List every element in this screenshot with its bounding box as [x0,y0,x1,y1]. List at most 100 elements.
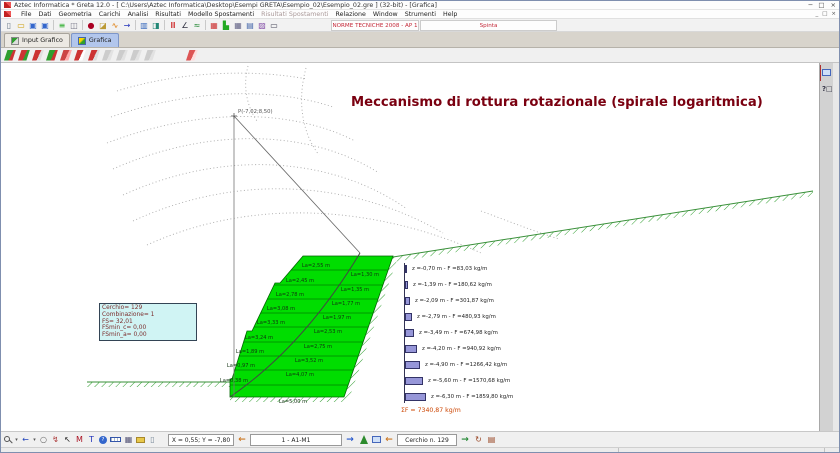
maximize-button[interactable]: □ [818,1,824,9]
menu-file[interactable]: File [21,11,32,18]
force-row: z =-1,39 m - F =180,62 kg/m [405,280,492,290]
main-toolbar: ▯▭▣▣≡◫●◪∿→▥◨Ⅲ∠≈▦▙▦▤▨▭ NORME TECNICHE 200… [1,19,839,32]
norme-tecniche-button[interactable]: NORME TECNICHE 2008 - AP 1 [331,20,419,31]
folder-icon[interactable] [136,437,145,443]
spinta-button[interactable]: Spinta [420,20,557,31]
center-radius-line [234,116,360,253]
new-file-icon[interactable]: ▯ [3,20,15,31]
menu-geometria[interactable]: Geometria [58,11,91,18]
wall-type-4-icon[interactable] [46,50,58,61]
menu-risultati-spostamenti[interactable]: Risultati Spostamenti [261,11,328,18]
wall-type-1-icon[interactable] [4,50,16,61]
zoom-icon[interactable] [4,435,12,444]
run-analysis-icon[interactable]: → [121,20,133,31]
wall-type-3-icon[interactable] [32,50,44,61]
pan-caret-icon[interactable]: ▾ [32,434,37,446]
text-tool-icon[interactable]: T [86,434,97,446]
prev-circle-button[interactable]: ← [383,434,395,446]
menu-modello-spostamenti[interactable]: Modello Spostamenti [188,11,254,18]
menu-help[interactable]: Help [443,11,457,18]
pan-icon[interactable]: ← [20,434,31,446]
mdi-restore-button[interactable]: □ [822,10,827,19]
mdi-minimize-button[interactable]: _ [815,10,818,19]
close-button[interactable]: × [831,1,836,9]
table-icon[interactable]: ▤ [244,20,256,31]
circle-tool-icon[interactable]: ○ [38,434,49,446]
zoom-caret-icon[interactable]: ▾ [14,434,19,446]
stress-diagram-icon[interactable]: Ⅲ [167,20,179,31]
options-icon[interactable]: ◫ [68,20,80,31]
mesh-icon[interactable]: ▦ [208,20,220,31]
wall-type-5-icon[interactable] [60,50,72,61]
section-icon[interactable]: ∠ [179,20,191,31]
geogrid-icon[interactable] [186,50,198,61]
force-total: ΣF = 7340,87 kg/m [401,407,461,414]
help-icon[interactable]: ?□ [822,85,833,93]
chart-icon[interactable]: ▥ [138,20,150,31]
redraw-icon[interactable]: ↻ [473,434,484,446]
wall-label-left: La=3,08 m [267,306,295,312]
wall-label-left: La=3,33 m [257,320,285,326]
mdi-close-button[interactable]: × [831,10,836,19]
open-file-icon[interactable]: ▭ [15,20,27,31]
menu-relazione[interactable]: Relazione [336,11,366,18]
circle-selector[interactable]: Cerchio n. 129 [397,434,457,446]
preview-icon[interactable]: ▭ [268,20,280,31]
wall-label-base: La=5,00 m [279,399,307,405]
wall-type-10-icon[interactable] [130,50,142,61]
menu-risultati[interactable]: Risultati [155,11,181,18]
save-icon[interactable]: ▣ [27,20,39,31]
force-row: z =-2,09 m - F =301,87 kg/m [405,296,494,306]
menu-window[interactable]: Window [373,11,398,18]
next-circle-button[interactable]: → [459,434,471,446]
tree-icon[interactable] [360,435,368,444]
wall-type-9-icon[interactable] [116,50,128,61]
info-combinazione: Combinazione= 1 [102,312,194,319]
drawing-canvas[interactable]: Meccanismo di rottura rotazionale (spira… [1,63,839,431]
materials-icon[interactable]: ● [85,20,97,31]
menu-analisi[interactable]: Analisi [128,11,149,18]
pointer-icon[interactable]: ↖ [62,434,73,446]
wall-type-8-icon[interactable] [102,50,114,61]
report-icon[interactable]: ◨ [150,20,162,31]
prev-combination-button[interactable]: ← [236,434,248,446]
help-sphere-icon[interactable]: ? [99,436,107,444]
wall-type-11-icon[interactable] [144,50,156,61]
menu-carichi[interactable]: Carichi [99,11,121,18]
next-combination-button[interactable]: → [344,434,356,446]
profile-icon[interactable]: ∿ [109,20,121,31]
combination-selector[interactable]: 1 - A1-M1 [250,434,342,446]
side-panel: ?□ [819,63,833,431]
tab-grafica[interactable]: Grafica [71,33,119,47]
legend-icon[interactable]: ▙ [220,20,232,31]
select-lightning-icon[interactable]: ↯ [50,434,61,446]
hatch-icon[interactable]: ▨ [256,20,268,31]
report-table-icon[interactable]: ▤ [486,434,497,446]
drawing-title: Meccanismo di rottura rotazionale (spira… [351,95,763,110]
force-bar [405,313,412,321]
displacement-icon[interactable]: ≈ [191,20,203,31]
wall-type-2-icon[interactable] [18,50,30,61]
wall-label-right: La=1,77 m [332,301,360,307]
stratigraphy-icon[interactable]: ◪ [97,20,109,31]
save-all-icon[interactable]: ▣ [39,20,51,31]
wall-type-6-icon[interactable] [74,50,86,61]
screen-icon[interactable] [372,436,381,443]
bottom-toolbar: ▾←▾○↯↖MT?▦▯ X = 0,55; Y = -7,80 ← 1 - A1… [1,431,839,447]
grid-icon[interactable]: ▦ [232,20,244,31]
document-logo-icon [4,11,11,17]
units-icon[interactable]: ≡ [56,20,68,31]
force-label: z =-3,49 m - F =674,98 kg/m [419,330,498,336]
menu-strumenti[interactable]: Strumenti [405,11,436,18]
wall-label-right: La=3,52 m [295,358,323,364]
screen-view-icon[interactable] [822,69,831,76]
ruler-icon[interactable] [110,437,121,442]
page-icon[interactable]: ▯ [147,434,158,446]
force-bar [405,393,426,401]
tab-input-grafico[interactable]: Input Grafico [4,33,70,47]
table-view-icon[interactable]: ▦ [123,434,134,446]
minimize-button[interactable]: ─ [808,1,812,9]
wall-type-7-icon[interactable] [88,50,100,61]
moment-icon[interactable]: M [74,434,85,446]
menu-dati[interactable]: Dati [39,11,52,18]
